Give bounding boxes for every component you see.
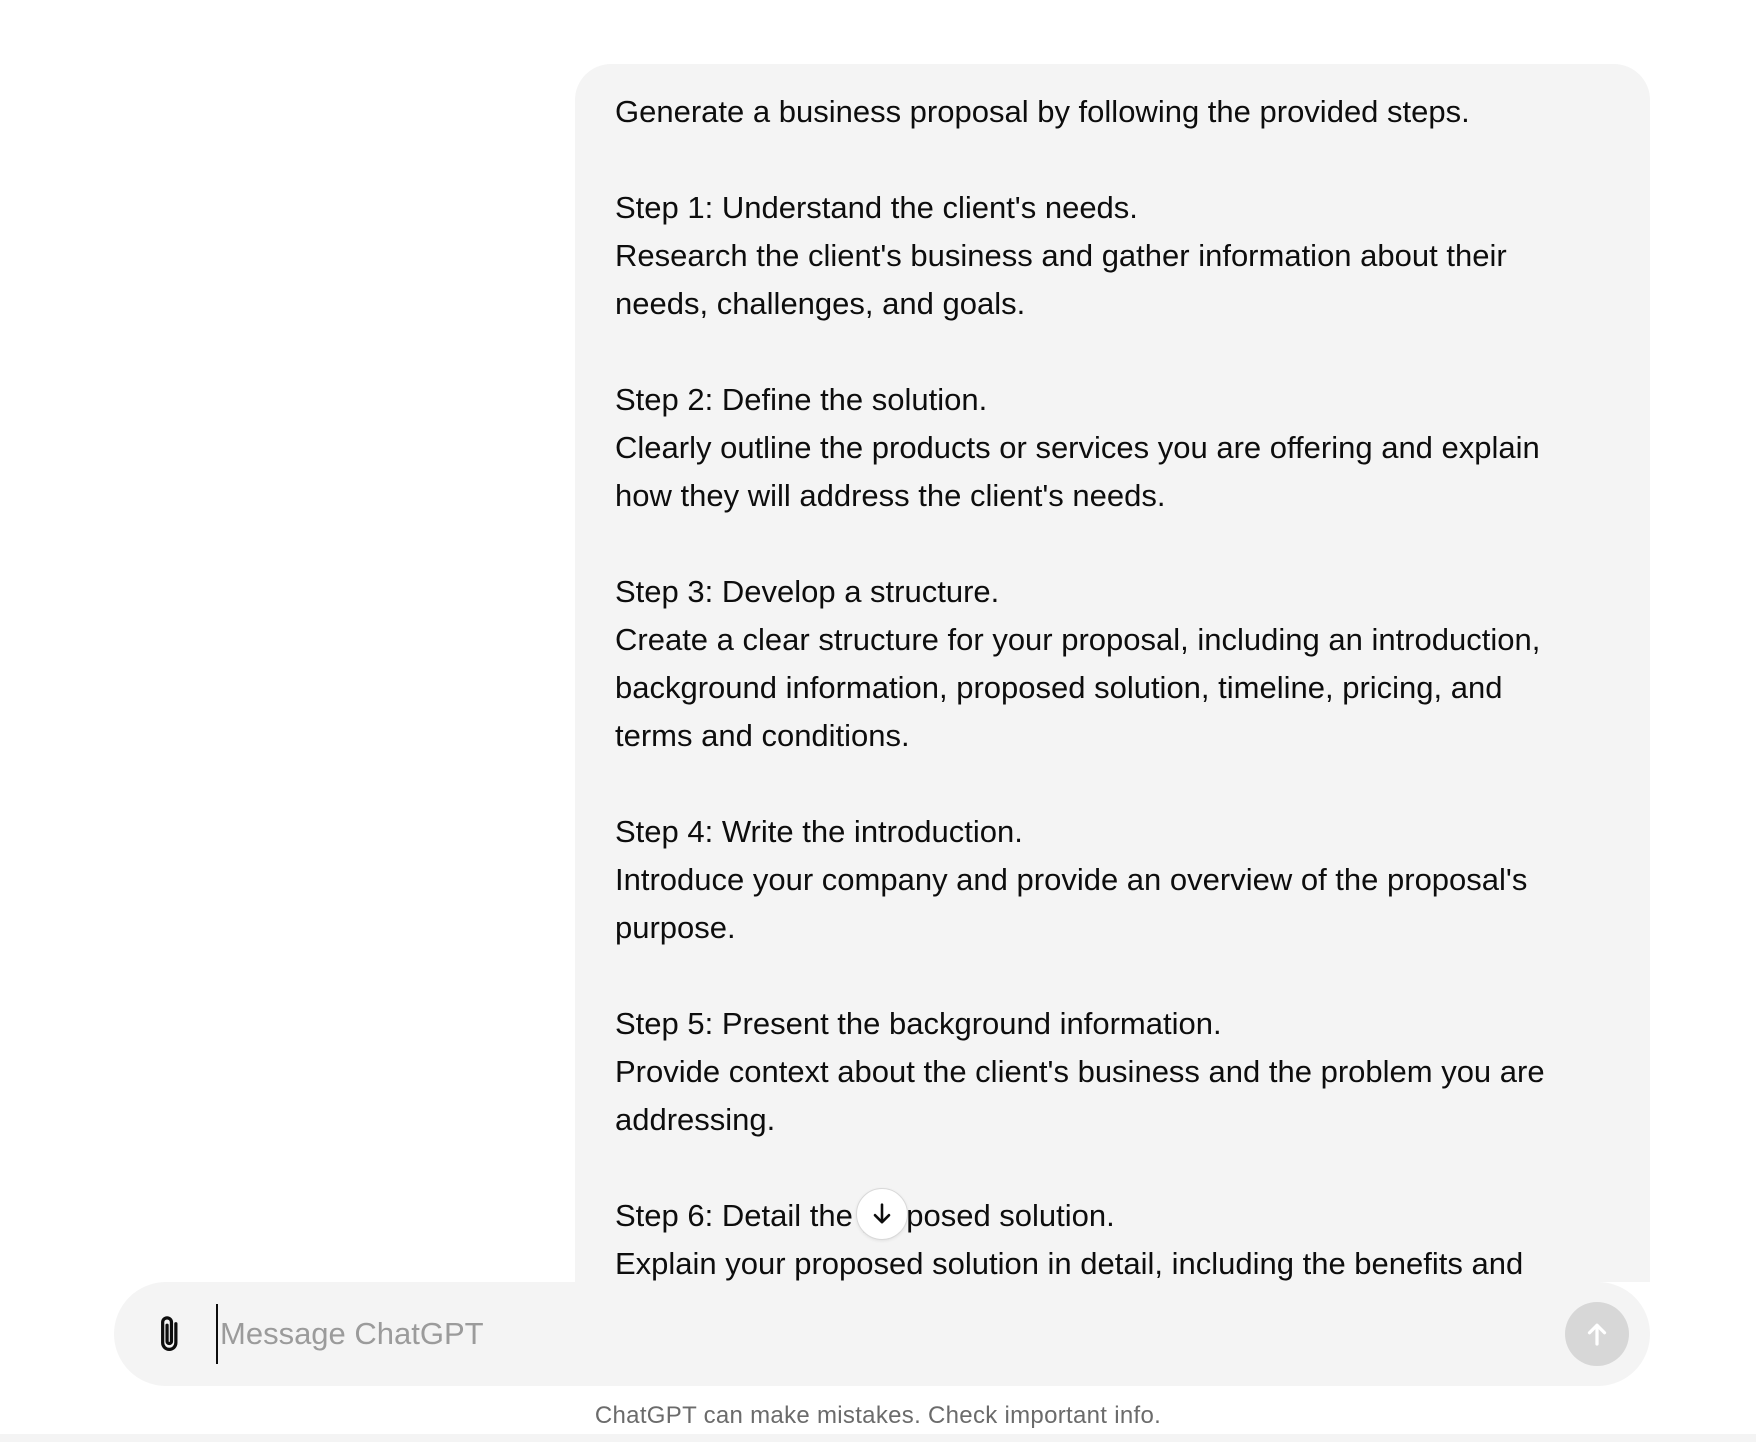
message-line: Step 1: Understand the client's needs. bbox=[615, 190, 1138, 225]
message-composer bbox=[114, 1282, 1650, 1386]
scroll-to-bottom-button[interactable] bbox=[856, 1188, 908, 1240]
message-line: Generate a business proposal by followin… bbox=[615, 94, 1470, 129]
send-button[interactable] bbox=[1565, 1302, 1629, 1366]
arrow-down-icon bbox=[873, 1203, 891, 1224]
paperclip-icon bbox=[161, 1316, 178, 1351]
message-line: Explain your proposed solution in detail… bbox=[615, 1246, 1524, 1281]
message-line: Introduce your company and provide an ov… bbox=[615, 862, 1528, 897]
message-line: Step 4: Write the introduction. bbox=[615, 814, 1023, 849]
footer-divider bbox=[0, 1434, 1756, 1442]
message-line: Create a clear structure for your propos… bbox=[615, 622, 1541, 657]
user-message-bubble: Generate a business proposal by followin… bbox=[575, 64, 1650, 1282]
message-line: purpose. bbox=[615, 910, 736, 945]
message-line: addressing. bbox=[615, 1102, 776, 1137]
arrow-up-icon bbox=[1587, 1323, 1607, 1346]
message-line: needs, challenges, and goals. bbox=[615, 286, 1026, 321]
message-line bbox=[615, 1144, 1610, 1192]
message-input[interactable] bbox=[216, 1304, 1480, 1364]
message-line bbox=[615, 520, 1610, 568]
message-line: Step 2: Define the solution. bbox=[615, 382, 988, 417]
message-line: terms and conditions. bbox=[615, 718, 910, 753]
conversation-area[interactable]: Generate a business proposal by followin… bbox=[0, 0, 1756, 1282]
message-line: Provide context about the client's busin… bbox=[615, 1054, 1545, 1089]
message-line bbox=[615, 760, 1610, 808]
message-line: Step 6: Detail the proposed solution. bbox=[615, 1198, 1115, 1233]
message-line: Research the client's business and gathe… bbox=[615, 238, 1507, 273]
chat-page: Generate a business proposal by followin… bbox=[0, 0, 1756, 1442]
message-line: how they will address the client's needs… bbox=[615, 478, 1166, 513]
message-line bbox=[615, 952, 1610, 1000]
message-line: background information, proposed solutio… bbox=[615, 670, 1503, 705]
message-line bbox=[615, 136, 1610, 184]
attach-file-button[interactable] bbox=[142, 1306, 198, 1362]
message-line: Step 5: Present the background informati… bbox=[615, 1006, 1222, 1041]
message-line: Clearly outline the products or services… bbox=[615, 430, 1540, 465]
message-line: Step 3: Develop a structure. bbox=[615, 574, 1000, 609]
disclaimer-text: ChatGPT can make mistakes. Check importa… bbox=[594, 1402, 1162, 1429]
message-line bbox=[615, 328, 1610, 376]
